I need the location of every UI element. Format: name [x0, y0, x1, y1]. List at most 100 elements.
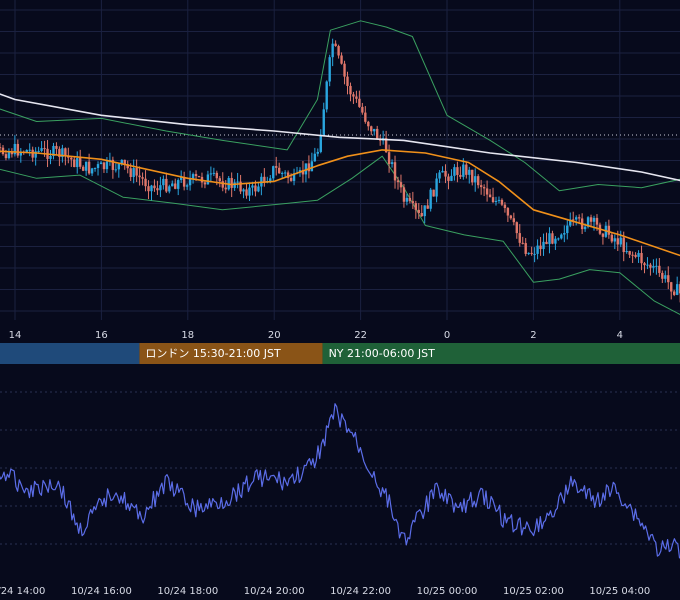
candle-body	[509, 215, 513, 219]
candle-body	[37, 150, 40, 152]
candle-body	[188, 179, 192, 186]
candle-body	[81, 166, 85, 171]
candle-body	[533, 253, 536, 255]
candle-body	[649, 264, 652, 268]
candle-body	[426, 205, 429, 209]
candle-body	[592, 217, 596, 222]
candle-body	[518, 233, 521, 243]
candle-body	[4, 154, 8, 159]
candle-body	[616, 238, 619, 245]
candle-body	[583, 226, 587, 230]
candle-body	[76, 158, 79, 168]
candle-body	[138, 175, 141, 178]
candle-body	[465, 164, 468, 175]
candle-body	[444, 170, 447, 177]
candle-body	[542, 241, 545, 250]
candle-body	[595, 217, 599, 225]
candle-body	[129, 168, 132, 178]
candle-body	[408, 197, 412, 202]
candle-body	[420, 213, 423, 217]
candle-body	[319, 134, 322, 152]
candle-body	[236, 181, 239, 183]
candle-body	[96, 164, 100, 169]
candle-body	[512, 218, 516, 223]
candle-body	[141, 177, 144, 179]
candle-body	[527, 252, 530, 254]
candle-body	[376, 128, 379, 140]
candle-body	[221, 181, 224, 188]
candle-body	[563, 233, 566, 235]
candle-body	[334, 43, 337, 47]
candle-body	[515, 222, 518, 234]
candle-body	[269, 178, 272, 181]
candle-body	[277, 167, 281, 174]
candle-body	[622, 237, 625, 253]
candle-body	[171, 183, 174, 187]
candle-body	[90, 168, 94, 174]
candle-body	[432, 189, 435, 197]
candle-body	[396, 180, 400, 183]
candle-body	[73, 159, 76, 168]
candle-body	[456, 167, 459, 175]
candle-body	[168, 186, 171, 192]
candle-body	[450, 175, 453, 181]
candle-body	[337, 46, 340, 56]
price-x-tick-label: 4	[617, 330, 623, 341]
candle-body	[646, 264, 649, 266]
candle-body	[476, 176, 480, 186]
candle-body	[197, 176, 201, 178]
candle-body	[485, 188, 489, 195]
osc-x-tick-label: 10/25 02:00	[503, 586, 564, 597]
candle-body	[589, 217, 593, 222]
candle-body	[144, 178, 147, 187]
candle-body	[352, 94, 355, 97]
candle-body	[453, 167, 456, 176]
candle-body	[331, 43, 334, 58]
candle-body	[643, 263, 646, 266]
candle-body	[212, 172, 216, 174]
candle-body	[367, 121, 370, 127]
candle-body	[177, 180, 180, 189]
candle-body	[548, 233, 551, 245]
candle-body	[634, 254, 637, 257]
candle-body	[343, 63, 346, 77]
candle-body	[393, 162, 397, 181]
candle-body	[182, 177, 186, 187]
candle-body	[132, 168, 135, 178]
candle	[432, 189, 435, 197]
candle-body	[159, 185, 162, 191]
candle-body	[503, 204, 507, 209]
candle-body	[70, 157, 73, 160]
candle-body	[640, 252, 643, 264]
candle-body	[93, 168, 97, 170]
candle-body	[55, 145, 58, 149]
candle-body	[99, 162, 103, 165]
osc-x-tick-label: 10/25 00:00	[417, 586, 478, 597]
candle-body	[488, 194, 492, 198]
price-x-tick-label: 16	[95, 330, 108, 341]
candle-body	[49, 155, 52, 159]
candle-body	[554, 238, 557, 244]
candle-body	[328, 57, 331, 82]
candle-body	[462, 164, 465, 177]
candle-body	[153, 185, 156, 189]
candle-body	[275, 166, 278, 168]
candle-body	[102, 162, 106, 170]
session-label: ロンドン 15:30-21:00 JST	[145, 347, 281, 360]
candle-body	[349, 85, 352, 95]
candle-body	[405, 197, 409, 202]
candle-body	[447, 176, 450, 181]
candle-body	[675, 284, 679, 295]
candle-body	[16, 143, 20, 156]
candle-body	[613, 238, 617, 242]
candle-body	[574, 217, 578, 220]
candle-body	[471, 169, 474, 183]
candle-body	[206, 174, 210, 185]
candle-body	[79, 158, 82, 167]
candle-body	[325, 81, 328, 110]
candle-body	[203, 182, 207, 185]
candle-body	[114, 169, 118, 171]
candle-body	[289, 177, 293, 181]
candle-body	[390, 162, 394, 164]
candle-body	[174, 183, 177, 189]
